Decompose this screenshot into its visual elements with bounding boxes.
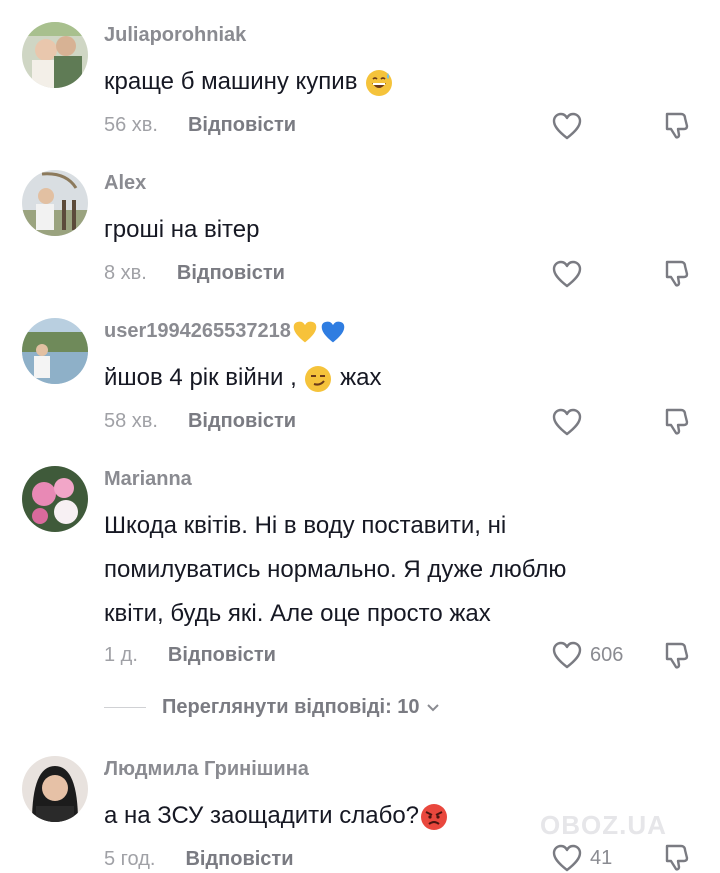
timestamp: 1 д. [104, 644, 138, 666]
timestamp: 58 хв. [104, 410, 158, 432]
smirking-face-emoji-icon [305, 365, 332, 392]
comment-text: краще б машину купив [104, 60, 664, 104]
comment-meta: 1 д. Відповісти [104, 642, 276, 668]
comment-line: Шкода квітів. Ні в воду поставити, ні [104, 512, 507, 539]
like-button[interactable] [552, 260, 590, 288]
view-replies-label: Переглянути відповіді: 10 [162, 696, 420, 718]
like-count: 606 [590, 643, 624, 666]
watermark: OBOZ.UA [540, 810, 667, 840]
avatar[interactable] [22, 756, 88, 822]
dislike-button[interactable] [662, 110, 692, 140]
username[interactable]: user1994265537218 [104, 318, 347, 345]
timestamp: 8 хв. [104, 262, 147, 284]
heart-icon [552, 260, 582, 288]
timestamp: 56 хв. [104, 114, 158, 136]
like-button[interactable]: 606 [552, 641, 623, 669]
comment-meta: 56 хв. Відповісти [104, 112, 296, 138]
like-count: 41 [590, 846, 613, 869]
comment-line: квіти, будь які. Але оце просто жах [104, 600, 491, 627]
comment-meta: 8 хв. Відповісти [104, 260, 285, 286]
reply-button[interactable]: Відповісти [177, 262, 285, 284]
avatar[interactable] [22, 318, 88, 384]
comment-text: гроші на вітер [104, 216, 260, 243]
username[interactable]: Juliaporohniak [104, 22, 246, 48]
like-button[interactable] [552, 112, 590, 140]
username[interactable]: Marianna [104, 466, 192, 492]
comment-text: йшов 4 рік війни , жах [104, 356, 664, 400]
username[interactable]: Людмила Гринішина [104, 756, 309, 782]
thumbs-down-icon [665, 844, 689, 871]
view-replies-button[interactable]: Переглянути відповіді: 10 [104, 696, 440, 719]
blue-heart-emoji-icon [321, 321, 345, 343]
dislike-button[interactable] [662, 640, 692, 670]
comment-meta: 58 хв. Відповісти [104, 408, 296, 434]
dislike-button[interactable] [662, 406, 692, 436]
grinning-sweat-emoji-icon [366, 69, 393, 96]
thumbs-down-icon [665, 642, 689, 669]
reply-button[interactable]: Відповісти [188, 114, 296, 136]
timestamp: 5 год. [104, 848, 156, 870]
dislike-button[interactable] [662, 258, 692, 288]
comment-line: помилуватись нормально. Я дуже люблю [104, 556, 567, 583]
avatar[interactable] [22, 170, 88, 236]
chevron-down-icon [426, 703, 439, 711]
divider [104, 707, 146, 708]
reply-button[interactable]: Відповісти [188, 410, 296, 432]
comment-meta: 5 год. Відповісти [104, 846, 294, 872]
heart-icon [552, 844, 582, 872]
username[interactable]: Alex [104, 170, 146, 196]
like-button[interactable] [552, 408, 590, 436]
comment-text: Шкода квітів. Ні в воду поставити, ні по… [104, 504, 664, 636]
thumbs-down-icon [665, 260, 689, 287]
heart-icon [552, 408, 582, 436]
heart-icon [552, 112, 582, 140]
yellow-heart-emoji-icon [293, 321, 317, 343]
avatar[interactable] [22, 466, 88, 532]
dislike-button[interactable] [662, 842, 692, 872]
heart-icon [552, 641, 582, 669]
thumbs-down-icon [665, 408, 689, 435]
angry-face-emoji-icon [421, 803, 448, 830]
reply-button[interactable]: Відповісти [185, 848, 293, 870]
reply-button[interactable]: Відповісти [168, 644, 276, 666]
like-button[interactable]: 41 [552, 844, 612, 872]
thumbs-down-icon [665, 112, 689, 139]
avatar[interactable] [22, 22, 88, 88]
